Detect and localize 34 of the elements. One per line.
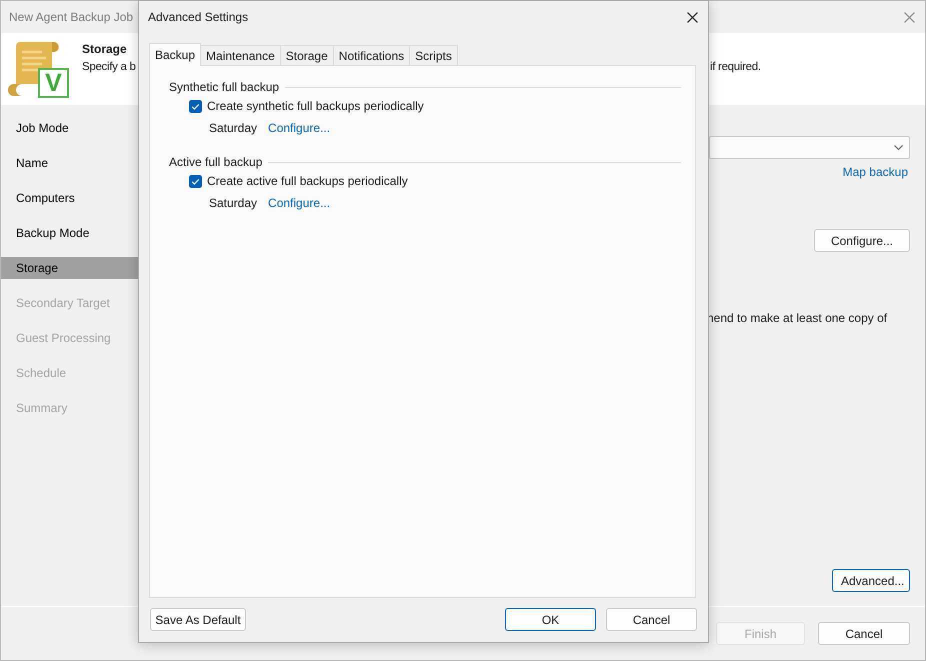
schedule-text: Saturday <box>209 196 258 210</box>
page-description: if required. <box>710 60 761 74</box>
sidebar-item[interactable]: Job Mode <box>1 117 138 139</box>
dialog-title: Advanced Settings <box>148 10 248 24</box>
checkbox-label: Create active full backups periodically <box>207 174 408 188</box>
cancel-button[interactable]: Cancel <box>606 608 697 631</box>
page-description: Specify a b <box>82 61 136 73</box>
save-as-default-button[interactable]: Save As Default <box>150 608 246 631</box>
window-title: New Agent Backup Job <box>9 10 134 24</box>
checkbox-label: Create synthetic full backups periodically <box>207 99 424 113</box>
checkbox[interactable] <box>189 100 202 112</box>
schedule-text: Saturday <box>209 121 258 135</box>
group-title: Synthetic full backup <box>169 80 280 94</box>
sidebar-item[interactable]: Backup Mode <box>1 222 138 244</box>
group-title: Active full backup <box>169 155 262 169</box>
configure-link[interactable]: Configure... <box>268 196 330 210</box>
chevron-down-icon <box>894 145 903 150</box>
page-title: Storage <box>82 42 127 56</box>
sidebar-item[interactable]: Name <box>1 152 138 174</box>
tab[interactable]: Backup <box>149 43 202 66</box>
tab[interactable]: Storage <box>280 45 334 65</box>
tab[interactable]: Scripts <box>409 45 458 65</box>
logo-badge: V <box>38 68 69 98</box>
checkbox[interactable] <box>189 174 202 188</box>
sidebar-item[interactable]: Storage <box>1 257 138 279</box>
sidebar-item[interactable]: Computers <box>1 187 138 209</box>
close-icon[interactable] <box>687 12 698 22</box>
dropdown-field[interactable] <box>709 136 910 159</box>
advanced-button[interactable]: Advanced... <box>832 569 910 592</box>
configure-button[interactable]: Configure... <box>814 229 910 252</box>
configure-link[interactable]: Configure... <box>268 121 330 135</box>
map-backup-link[interactable]: Map backup <box>842 165 908 179</box>
cancel-button[interactable]: Cancel <box>818 622 910 645</box>
ok-button[interactable]: OK <box>505 608 596 631</box>
